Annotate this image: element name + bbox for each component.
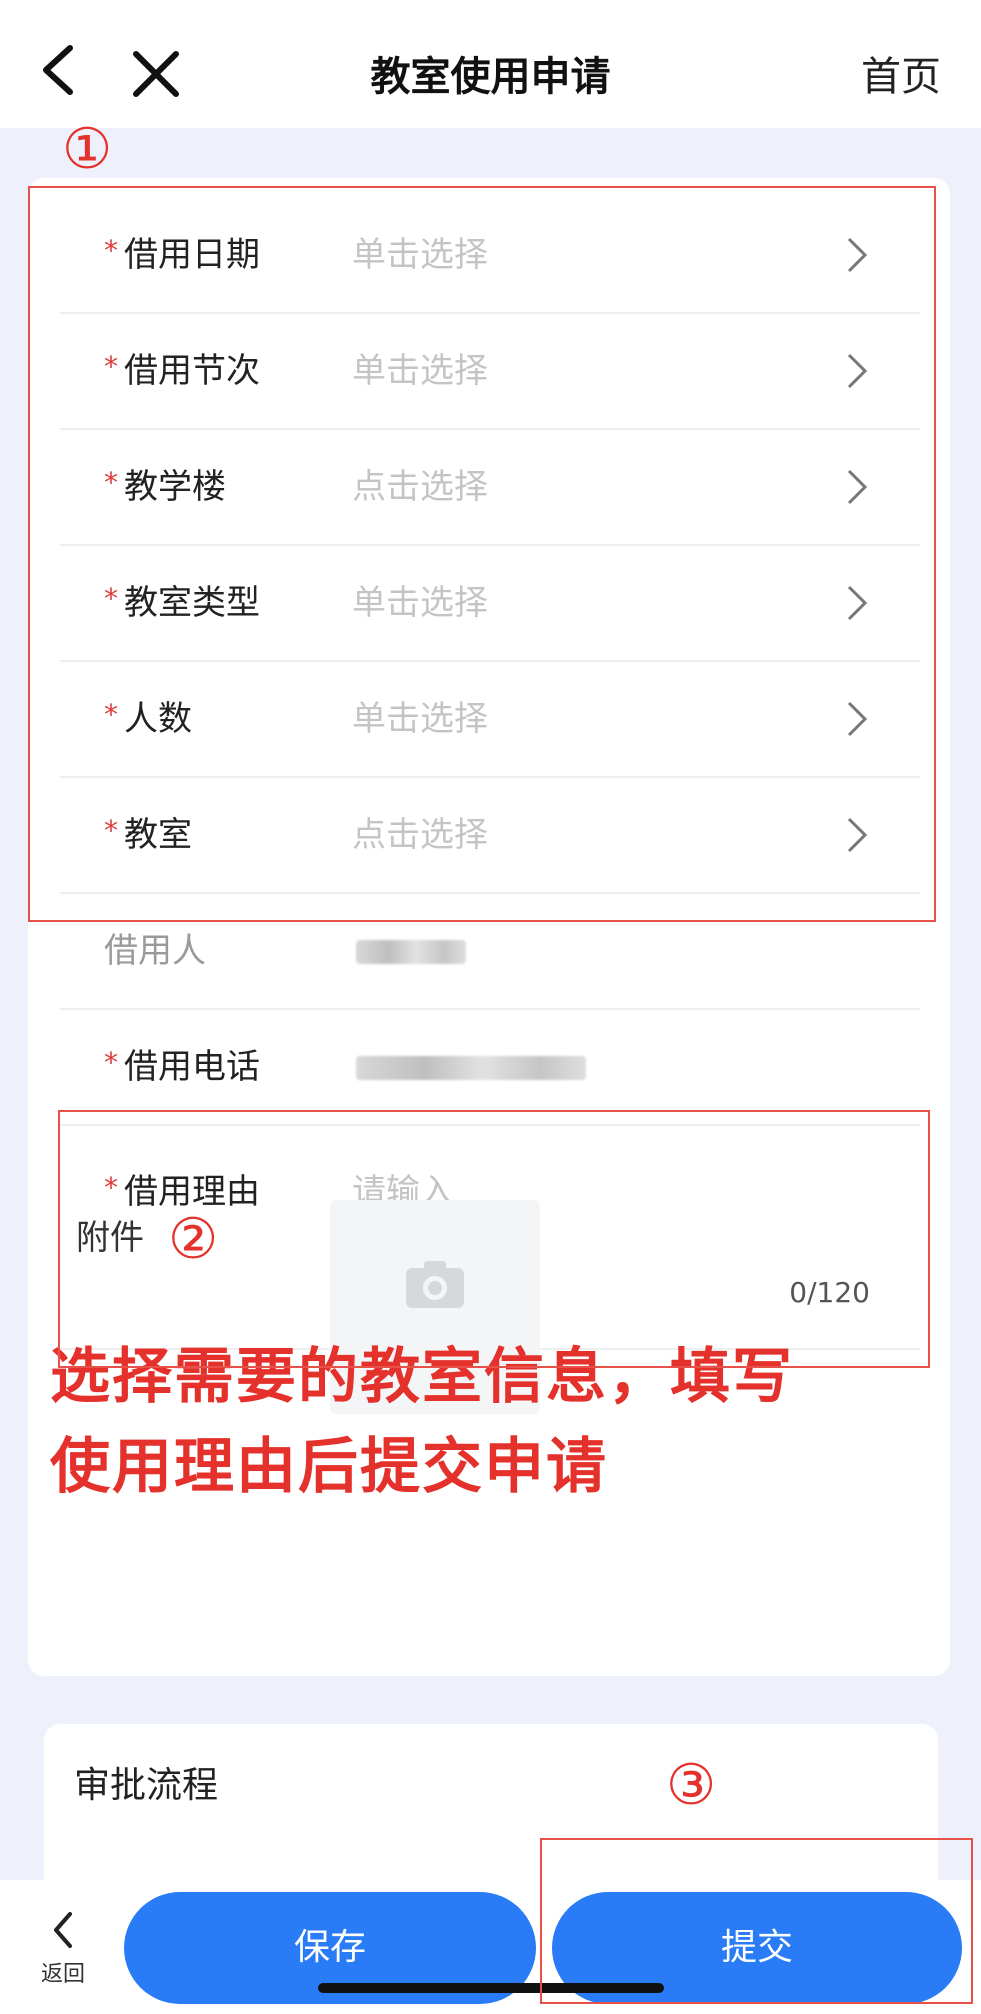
chevron-left-icon [54,1912,72,1948]
required-mark: * [104,698,118,731]
required-mark: * [104,234,118,267]
field-label: * 借用日期 [104,234,260,275]
instruction-line-1: 选择需要的教室信息，填写 [50,1342,794,1412]
form-row-room-type[interactable]: * 教室类型 单击选择 [60,546,920,662]
chevron-right-icon [847,701,868,737]
form-row-building[interactable]: * 教学楼 点击选择 [60,430,920,546]
form-row-phone[interactable]: * 借用电话 [60,1010,920,1126]
instruction-line-2: 使用理由后提交申请 [50,1432,608,1502]
bottom-back-button[interactable]: 返回 [38,1910,88,1990]
required-mark: * [104,582,118,615]
chevron-right-icon [847,237,868,273]
chevron-right-icon [847,469,868,505]
page-title: 教室使用申请 [370,54,611,100]
required-mark: * [104,1171,118,1204]
required-mark: * [104,350,118,383]
approval-title: 审批流程 [74,1765,219,1806]
borrower-name-redacted [356,940,466,964]
chevron-right-icon [847,353,868,389]
instruction-annotation: 选择需要的教室信息，填写 使用理由后提交申请 [50,1332,950,1512]
char-counter: 0/120 [789,1276,870,1309]
field-label: * 教室 [104,814,192,855]
form-row-borrow-date[interactable]: * 借用日期 单击选择 [60,198,920,314]
field-label: 借用人 [104,931,206,971]
field-label: * 借用理由 [104,1171,260,1212]
field-label: * 教室类型 [104,582,260,623]
date-select[interactable]: 单击选择 [352,198,488,312]
annotation-marker-1: ① [62,117,113,182]
required-mark: * [104,814,118,847]
phone-value-redacted[interactable] [356,1056,586,1080]
form-row-headcount[interactable]: * 人数 单击选择 [60,662,920,778]
chevron-right-icon [847,817,868,853]
period-select[interactable]: 单击选择 [352,314,488,428]
attachment-label: 附件 [76,1218,144,1258]
home-link[interactable]: 首页 [861,44,941,102]
camera-icon [406,1261,464,1308]
field-label: * 人数 [104,698,192,739]
field-label: * 借用电话 [104,1046,260,1087]
classroom-select[interactable]: 点击选择 [352,778,488,892]
form-row-period[interactable]: * 借用节次 单击选择 [60,314,920,430]
home-indicator [318,1983,664,1993]
headcount-select[interactable]: 单击选择 [352,662,488,776]
building-select[interactable]: 点击选择 [352,430,488,544]
form-row-borrower: 借用人 [60,894,920,1010]
annotation-marker-3: ③ [666,1753,717,1818]
back-label: 返回 [40,1962,85,1987]
field-label: * 借用节次 [104,350,260,391]
annotation-marker-2: ② [168,1207,219,1272]
chevron-right-icon [847,585,868,621]
required-mark: * [104,466,118,499]
required-mark: * [104,1046,118,1079]
form-row-classroom[interactable]: * 教室 点击选择 [60,778,920,894]
top-bar: 教室使用申请 首页 [0,0,981,128]
field-label: * 教学楼 [104,466,226,507]
room-type-select[interactable]: 单击选择 [352,546,488,660]
